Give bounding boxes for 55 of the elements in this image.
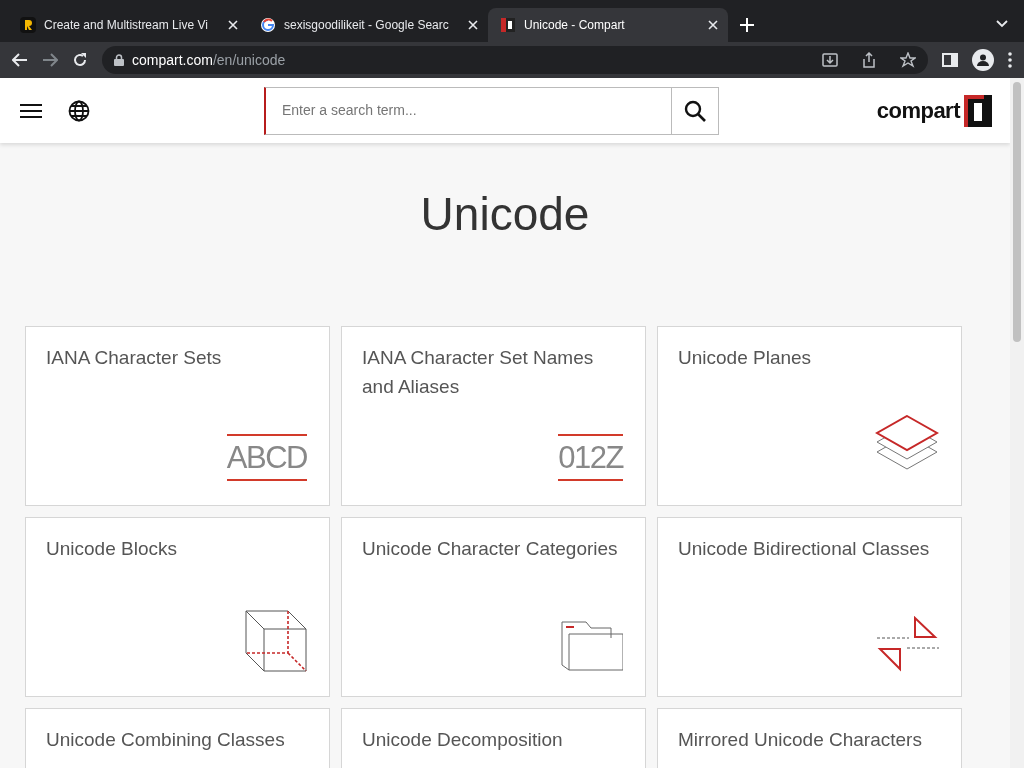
- search-icon: [684, 99, 706, 122]
- share-icon[interactable]: [862, 52, 876, 68]
- letters-icon: 012Z: [558, 442, 623, 474]
- reload-icon[interactable]: [72, 52, 88, 68]
- card-background[interactable]: Unicode Combining Classes: [25, 708, 330, 768]
- card-background[interactable]: Unicode Decomposition: [341, 708, 646, 768]
- close-icon[interactable]: [228, 20, 238, 30]
- chevron-down-icon[interactable]: [996, 20, 1008, 28]
- card-title[interactable]: Unicode Blocks: [46, 534, 309, 564]
- card-title[interactable]: IANA Character Sets: [46, 343, 309, 373]
- google-logo-icon: [260, 17, 276, 33]
- forward-icon[interactable]: [42, 53, 58, 67]
- triangles-icon: [877, 616, 939, 673]
- card-background[interactable]: Unicode Character Categories: [341, 517, 646, 698]
- side-panel-icon[interactable]: [942, 53, 958, 67]
- logo-text[interactable]: compart: [876, 94, 960, 127]
- letters-icon: ABCD: [226, 442, 307, 474]
- logo-mark-icon[interactable]: [964, 94, 992, 127]
- browser-tab[interactable]: Create and Multistream Live Vi: [8, 8, 248, 42]
- card-background[interactable]: Unicode Planes: [657, 326, 962, 507]
- cube-icon: [245, 610, 307, 673]
- card-title[interactable]: Unicode Planes: [678, 343, 941, 373]
- card-title[interactable]: Unicode Character Categories: [362, 534, 625, 564]
- scrollbar-thumb[interactable]: [1013, 82, 1021, 342]
- new-tab-icon[interactable]: [740, 18, 754, 32]
- globe-icon[interactable]: [68, 99, 90, 122]
- close-icon[interactable]: [708, 20, 718, 30]
- more-icon[interactable]: [1008, 52, 1012, 68]
- address-bar[interactable]: compart.com/en/unicode: [102, 46, 928, 74]
- card-background[interactable]: IANA Character Set Names and Aliases 012Z: [341, 326, 646, 507]
- card-title[interactable]: Unicode Decomposition: [362, 725, 625, 755]
- star-icon[interactable]: [900, 52, 916, 68]
- card-background[interactable]: Unicode Blocks: [25, 517, 330, 698]
- card-title[interactable]: IANA Character Set Names and Aliases: [362, 343, 625, 402]
- card-background[interactable]: Mirrored Unicode Characters: [657, 708, 962, 768]
- lock-icon: [114, 54, 124, 66]
- search-button[interactable]: [671, 86, 719, 135]
- menu-icon[interactable]: [20, 102, 42, 119]
- browser-tab[interactable]: sexisgoodilikeit - Google Searc: [248, 8, 488, 42]
- download-icon[interactable]: [822, 52, 838, 68]
- browser-tab[interactable]: Unicode - Compart: [488, 8, 728, 42]
- card-title[interactable]: Mirrored Unicode Characters: [678, 725, 941, 755]
- card-title[interactable]: Unicode Combining Classes: [46, 725, 309, 755]
- stream-logo-icon: [20, 17, 36, 33]
- folder-icon: [561, 620, 623, 673]
- card-background[interactable]: Unicode Bidirectional Classes: [657, 517, 962, 698]
- close-icon[interactable]: [468, 20, 478, 30]
- card-background[interactable]: IANA Character Sets ABCD: [25, 326, 330, 507]
- url-text: compart.com/en/unicode: [132, 50, 286, 70]
- compart-logo-icon: [500, 17, 516, 33]
- search-field[interactable]: Enter a search term...: [264, 86, 671, 135]
- page-title: Unicode: [419, 187, 591, 242]
- back-icon[interactable]: [12, 53, 28, 67]
- card-title[interactable]: Unicode Bidirectional Classes: [678, 534, 941, 564]
- profile-icon[interactable]: [972, 49, 994, 71]
